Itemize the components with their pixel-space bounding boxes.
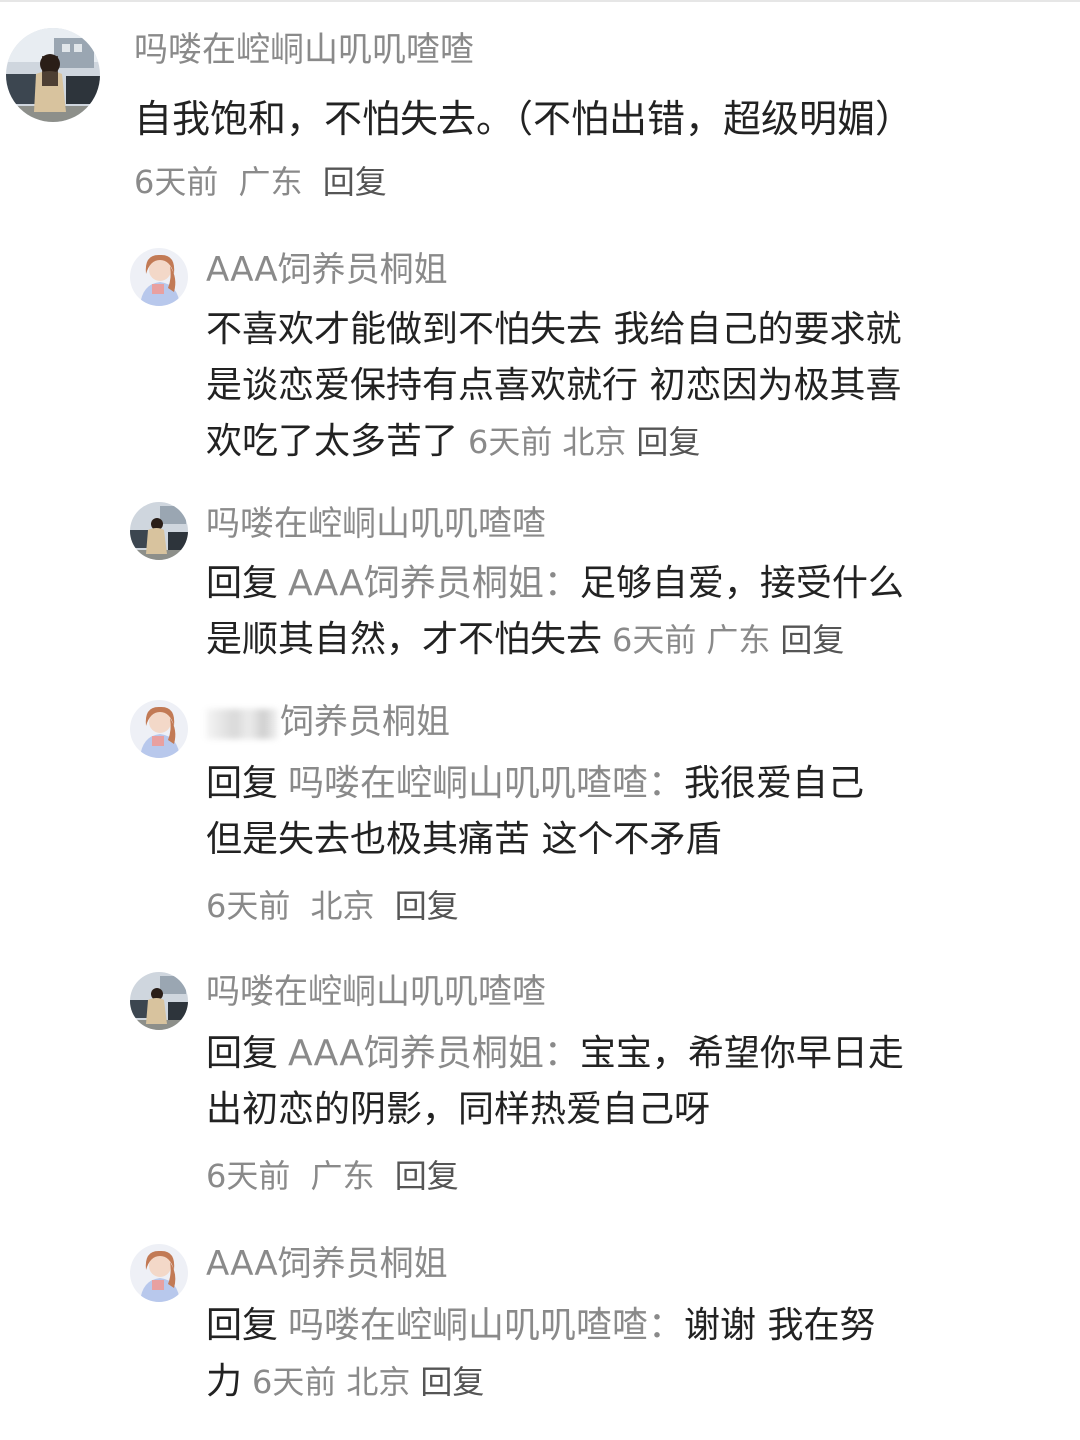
reply-meta: 6天前 北京 回复: [206, 884, 459, 928]
reply-time: 6天前: [206, 1157, 291, 1195]
avatar[interactable]: [130, 248, 188, 306]
reply-text: 足够自爱，接受什么: [579, 563, 904, 604]
reply-text-line: 但是失去也极其痛苦 这个不矛盾: [206, 819, 722, 860]
reply-button[interactable]: 回复: [420, 1363, 484, 1401]
blurred-name-mask: [206, 708, 278, 739]
avatar[interactable]: [130, 502, 188, 560]
avatar[interactable]: [130, 972, 188, 1030]
reply-text-line: 是顺其自然，才不怕失去 6天前 广东 回复: [206, 612, 1016, 668]
reply-to-username[interactable]: 吗喽在崆峒山叽叽喳喳：: [288, 1305, 684, 1346]
reply-time: 6天前: [612, 621, 697, 659]
reply-text-line: 欢吃了太多苦了 6天前 北京 回复: [206, 414, 1016, 470]
reply-to-username[interactable]: AAA饲养员桐姐：: [288, 1033, 580, 1074]
comment-username[interactable]: 吗喽在崆峒山叽叽喳喳: [134, 28, 474, 72]
reply-username[interactable]: AAA饲养员桐姐: [206, 1242, 448, 1286]
reply-button[interactable]: 回复: [780, 621, 844, 659]
reply-button[interactable]: 回复: [395, 1157, 459, 1195]
reply-prefix: 回复: [206, 563, 279, 604]
reply-location: 北京: [346, 1363, 411, 1401]
reply-prefix: 回复: [206, 1033, 279, 1074]
avatar-photo-icon: [6, 28, 100, 122]
reply-meta: 6天前 北京 回复: [468, 423, 700, 461]
top-divider: [0, 0, 1080, 2]
reply-meta: 6天前 北京 回复: [252, 1363, 484, 1401]
reply-body: 回复 AAA饲养员桐姐：足够自爱，接受什么 是顺其自然，才不怕失去 6天前 广东 回复: [206, 556, 1016, 668]
reply-location: 北京: [310, 887, 375, 925]
avatar-photo-icon: [130, 972, 188, 1030]
reply-text-line: 回复 吗喽在崆峒山叽叽喳喳：谢谢 我在努: [206, 1298, 1016, 1354]
reply-text-line: 出初恋的阴影，同样热爱自己呀: [206, 1089, 711, 1130]
avatar-photo-icon: [130, 248, 188, 306]
comment-text: 自我饱和，不怕失去。（不怕出错，超级明媚）: [134, 97, 914, 141]
reply-meta: 6天前 广东 回复: [206, 1154, 459, 1198]
reply-button[interactable]: 回复: [395, 887, 459, 925]
reply-time: 6天前: [252, 1363, 337, 1401]
comment-location: 广东: [238, 163, 303, 201]
reply-username[interactable]: 饲养员桐姐: [206, 700, 450, 744]
reply-meta: 6天前 广东 回复: [612, 621, 844, 659]
reply-username[interactable]: 吗喽在崆峒山叽叽喳喳: [206, 502, 546, 546]
reply-to-username[interactable]: 吗喽在崆峒山叽叽喳喳：: [288, 763, 684, 804]
reply-to-username[interactable]: AAA饲养员桐姐：: [288, 563, 580, 604]
reply-time: 6天前: [468, 423, 553, 461]
reply-text-line: 力 6天前 北京 回复: [206, 1354, 1016, 1410]
avatar-photo-icon: [130, 700, 188, 758]
reply-location: 北京: [562, 423, 627, 461]
avatar[interactable]: [130, 1244, 188, 1302]
avatar[interactable]: [130, 700, 188, 758]
avatar-photo-icon: [130, 1244, 188, 1302]
reply-text-line: 不喜欢才能做到不怕失去 我给自己的要求就: [206, 309, 902, 350]
reply-text: 是顺其自然，才不怕失去: [206, 619, 603, 660]
reply-prefix: 回复: [206, 1305, 279, 1346]
reply-text: 欢吃了太多苦了: [206, 421, 459, 462]
reply-body: 不喜欢才能做到不怕失去 我给自己的要求就 是谈恋爱保持有点喜欢就行 初恋因为极其…: [206, 302, 1016, 470]
reply-text: 宝宝，希望你早日走: [579, 1033, 904, 1074]
reply-button[interactable]: 回复: [636, 423, 700, 461]
reply-text: 谢谢 我在努: [684, 1305, 876, 1346]
reply-text-line: 回复 吗喽在崆峒山叽叽喳喳：我很爱自己: [206, 756, 1016, 812]
reply-body: 回复 AAA饲养员桐姐：宝宝，希望你早日走 出初恋的阴影，同样热爱自己呀: [206, 1026, 1016, 1138]
reply-text-line: 回复 AAA饲养员桐姐：足够自爱，接受什么: [206, 556, 1016, 612]
reply-text: 我很爱自己: [684, 763, 865, 804]
reply-body: 回复 吗喽在崆峒山叽叽喳喳：我很爱自己 但是失去也极其痛苦 这个不矛盾: [206, 756, 1016, 868]
reply-location: 广东: [706, 621, 771, 659]
reply-text-line: 回复 AAA饲养员桐姐：宝宝，希望你早日走: [206, 1026, 1016, 1082]
comment-time: 6天前: [134, 163, 219, 201]
reply-button[interactable]: 回复: [323, 163, 387, 201]
reply-text-line: 是谈恋爱保持有点喜欢就行 初恋因为极其喜: [206, 365, 902, 406]
reply-username[interactable]: 吗喽在崆峒山叽叽喳喳: [206, 970, 546, 1014]
comment-meta: 6天前 广东 回复: [134, 160, 387, 204]
reply-prefix: 回复: [206, 763, 279, 804]
reply-location: 广东: [310, 1157, 375, 1195]
avatar-photo-icon: [130, 502, 188, 560]
reply-time: 6天前: [206, 887, 291, 925]
avatar[interactable]: [6, 28, 100, 122]
reply-text: 力: [206, 1361, 243, 1402]
reply-username[interactable]: AAA饲养员桐姐: [206, 248, 448, 292]
reply-body: 回复 吗喽在崆峒山叽叽喳喳：谢谢 我在努 力 6天前 北京 回复: [206, 1298, 1016, 1410]
